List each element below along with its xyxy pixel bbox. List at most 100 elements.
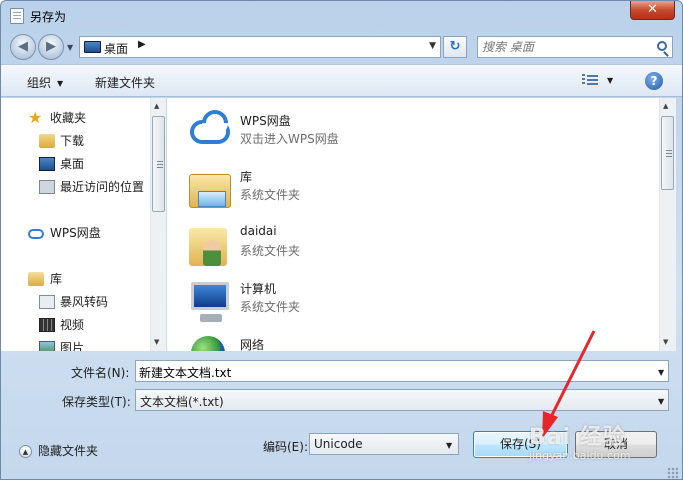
item-name: daidai [240, 224, 277, 238]
sidebar-item-wps-cloud[interactable]: WPS网盘 [1, 223, 149, 243]
item-name: 计算机 [240, 282, 277, 296]
save-as-dialog: 另存为 ✕ ◀ ▶ ▼ 桌面 ▶ ▼ ↻ 组织 ▼ 新建文件夹 ▼ ? ★ 收藏夹 [0, 0, 683, 480]
sidebar-item-label: 桌面 [60, 157, 85, 171]
hide-folders-label: 隐藏文件夹 [38, 444, 99, 458]
item-description: 系统文件夹 [240, 300, 301, 314]
encoding-value: Unicode [314, 437, 363, 451]
window-title: 另存为 [30, 10, 67, 24]
cancel-button[interactable]: 取消 [575, 431, 657, 458]
back-button[interactable]: ◀ [10, 34, 36, 60]
sidebar-item-downloads[interactable]: 下载 [1, 131, 149, 151]
pictures-icon [39, 341, 55, 351]
address-path[interactable]: 桌面 [104, 40, 128, 57]
help-button[interactable]: ? [645, 72, 663, 90]
sidebar-item-label: 图片 [60, 341, 85, 351]
filetype-label: 保存类型(T): [62, 395, 131, 409]
scroll-down-icon[interactable]: ▼ [663, 338, 668, 346]
address-dropdown-icon[interactable]: ▼ [429, 41, 436, 51]
filetype-dropdown-icon[interactable]: ▼ [658, 397, 664, 406]
item-description: 双击进入WPS网盘 [240, 132, 339, 146]
organize-button[interactable]: 组织 ▼ [27, 74, 63, 91]
resize-grip-icon[interactable] [667, 467, 679, 479]
file-list-scrollbar[interactable]: ▲ ▼ [659, 98, 676, 351]
save-button[interactable]: 保存(S) [473, 431, 568, 458]
sidebar-item-label: 库 [50, 272, 63, 286]
cloud-icon [28, 229, 44, 239]
document-icon [39, 295, 55, 309]
filetype-value: 文本文档(*.txt) [140, 395, 224, 409]
network-icon [187, 334, 231, 351]
sidebar-item-label: 暴风转码 [60, 295, 109, 309]
notepad-icon [10, 8, 24, 24]
navigation-scrollbar[interactable]: ▲ ▼ [150, 98, 166, 351]
forward-button[interactable]: ▶ [38, 34, 64, 60]
item-name: 库 [240, 170, 253, 184]
list-item[interactable]: 计算机 系统文件夹 [187, 276, 647, 326]
sidebar-item-label: WPS网盘 [50, 226, 101, 240]
encoding-dropdown-icon[interactable]: ▼ [446, 441, 452, 450]
file-list: WPS网盘 双击进入WPS网盘 库 系统文件夹 daidai 系统文件夹 计算机… [167, 98, 659, 351]
scroll-down-icon[interactable]: ▼ [154, 338, 159, 346]
filename-dropdown-icon[interactable]: ▼ [658, 368, 664, 377]
title-bar: 另存为 ✕ [1, 1, 682, 31]
downloads-folder-icon [39, 134, 55, 148]
sidebar-item-desktop[interactable]: 桌面 [1, 154, 149, 174]
sidebar-item-videos[interactable]: 视频 [1, 315, 149, 335]
sidebar-item-libraries[interactable]: 库 [1, 269, 149, 289]
star-icon: ★ [28, 108, 43, 127]
sidebar-item-label: 最近访问的位置 [60, 180, 145, 194]
scrollbar-thumb[interactable] [661, 116, 674, 190]
scroll-up-icon[interactable]: ▲ [663, 102, 668, 110]
search-box[interactable] [477, 36, 673, 58]
sidebar-item-storm-codec[interactable]: 暴风转码 [1, 292, 149, 312]
address-bar[interactable]: 桌面 ▶ ▼ [79, 36, 441, 58]
recent-places-icon [39, 180, 55, 194]
new-folder-button[interactable]: 新建文件夹 [95, 74, 155, 91]
encoding-label: 编码(E): [263, 440, 308, 454]
sidebar-item-favorites[interactable]: ★ 收藏夹 [1, 108, 149, 128]
user-folder-icon [187, 222, 231, 266]
filename-label: 文件名(N): [71, 366, 130, 380]
item-name: WPS网盘 [240, 114, 291, 128]
sidebar-item-label: 下载 [60, 134, 85, 148]
video-icon [39, 318, 55, 332]
sidebar-item-label: 收藏夹 [50, 111, 87, 125]
filetype-select[interactable]: 文本文档(*.txt) [135, 389, 669, 411]
close-button[interactable]: ✕ [630, 1, 675, 20]
breadcrumb-chevron-icon[interactable]: ▶ [138, 39, 146, 50]
library-icon [28, 272, 44, 286]
view-dropdown-icon[interactable]: ▼ [607, 76, 613, 85]
sidebar-item-label: 视频 [60, 318, 85, 332]
item-description: 系统文件夹 [240, 188, 301, 202]
computer-icon [187, 278, 231, 322]
desktop-icon [39, 157, 55, 171]
list-item[interactable]: WPS网盘 双击进入WPS网盘 [187, 108, 647, 158]
refresh-button[interactable]: ↻ [443, 36, 467, 58]
save-options-panel: 文件名(N): ▼ 保存类型(T): 文本文档(*.txt) ▼ ▲隐藏文件夹 … [1, 351, 682, 481]
navigation-pane: ★ 收藏夹 下载 桌面 最近访问的位置 WPS网盘 库 暴风转码 视频 图片 [1, 98, 166, 351]
chevron-down-icon: ▼ [57, 79, 64, 88]
item-description: 系统文件夹 [240, 244, 301, 258]
desktop-icon [84, 41, 101, 53]
command-bar: 组织 ▼ 新建文件夹 ▼ ? [1, 64, 682, 97]
search-input[interactable] [482, 39, 652, 55]
list-item[interactable]: 网络 [187, 332, 647, 351]
item-name: 网络 [240, 338, 265, 351]
scrollbar-thumb[interactable] [152, 116, 165, 212]
navigation-bar: ◀ ▶ ▼ 桌面 ▶ ▼ ↻ [1, 32, 682, 62]
chevron-up-icon: ▲ [19, 445, 32, 458]
list-item[interactable]: 库 系统文件夹 [187, 164, 647, 214]
cloud-drive-icon [187, 110, 231, 154]
view-options-icon[interactable] [582, 73, 598, 87]
scroll-up-icon[interactable]: ▲ [154, 102, 159, 110]
encoding-select[interactable]: Unicode [309, 433, 459, 455]
hide-folders-toggle[interactable]: ▲ 隐藏文件夹 [19, 442, 98, 459]
filename-field[interactable] [135, 360, 669, 382]
recent-pages-dropdown-icon[interactable]: ▼ [67, 43, 73, 52]
library-folder-icon [187, 166, 231, 210]
sidebar-item-pictures[interactable]: 图片 [1, 338, 149, 351]
sidebar-item-recent-places[interactable]: 最近访问的位置 [1, 177, 149, 197]
search-icon[interactable] [657, 41, 667, 51]
organize-label: 组织 [27, 76, 52, 90]
list-item[interactable]: daidai 系统文件夹 [187, 220, 647, 270]
